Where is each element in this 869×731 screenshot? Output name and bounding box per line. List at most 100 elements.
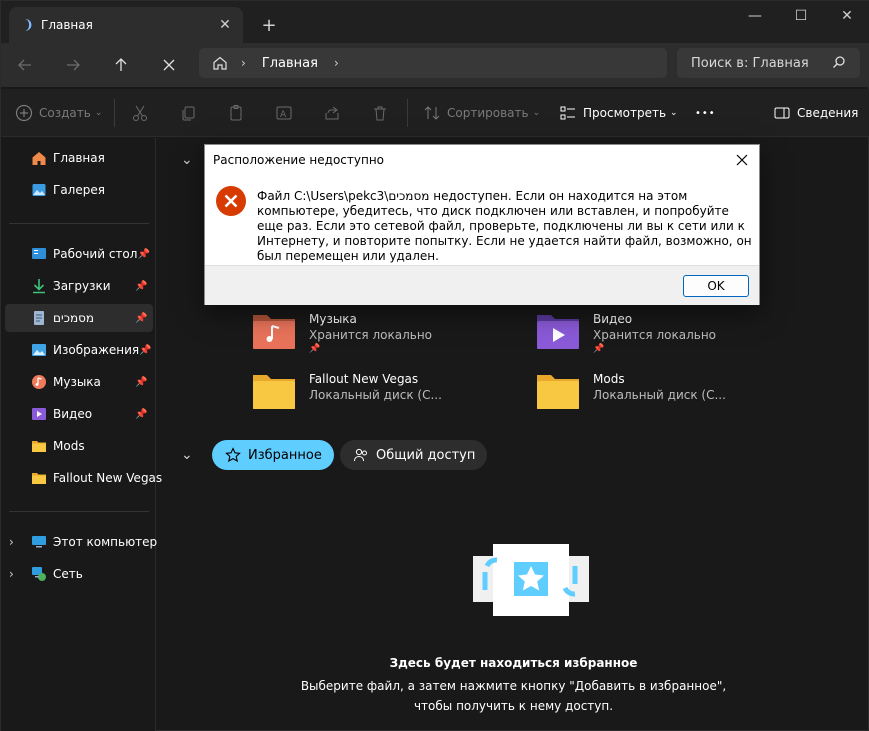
quick-access-music[interactable]: Музыка Хранится локально 📌	[251, 311, 521, 359]
chevron-down-icon: ⌄	[94, 108, 103, 118]
sidebar-item-label: Главная	[53, 151, 105, 165]
rename-button[interactable]: A	[273, 101, 295, 125]
tab-shared[interactable]: Общий доступ	[340, 440, 488, 470]
sidebar-item-gallery[interactable]: Галерея	[5, 176, 153, 204]
up-button[interactable]	[108, 52, 134, 78]
quick-access-fallout-new-vegas[interactable]: Fallout New Vegas Локальный диск (C...	[251, 371, 521, 419]
dialog-footer: OK	[205, 265, 759, 305]
rename-icon: A	[273, 102, 295, 124]
chevron-right-icon[interactable]: ›	[9, 567, 14, 581]
toolbar-divider	[114, 99, 115, 127]
tab-favorites[interactable]: Избранное	[212, 440, 334, 470]
sidebar-item-mods[interactable]: Mods	[5, 432, 153, 460]
pin-icon[interactable]: 📌	[137, 249, 149, 260]
people-icon	[352, 446, 370, 464]
sort-button[interactable]: Сортировать ⌄	[421, 101, 540, 125]
dialog-title: Расположение недоступно	[213, 153, 385, 167]
dialog-close-button[interactable]	[731, 149, 753, 171]
chevron-down-icon: ⌄	[532, 108, 541, 118]
item-name: Fallout New Vegas	[309, 372, 419, 386]
new-tab-button[interactable]: +	[257, 13, 281, 37]
maximize-button[interactable]: ☐	[778, 1, 824, 31]
sidebar-item-music[interactable]: Музыка 📌	[5, 368, 153, 396]
command-bar: Создать ⌄ A Сортировать ⌄ Просмотреть ⌄ …	[1, 89, 869, 137]
item-location: Хранится локально	[593, 328, 716, 342]
back-button[interactable]	[12, 52, 38, 78]
sidebar-item-documents[interactable]: מסמכים 📌	[5, 304, 153, 332]
sidebar-item-downloads[interactable]: Загрузки 📌	[5, 272, 153, 300]
view-button[interactable]: Просмотреть ⌄	[557, 101, 678, 125]
svg-text:A: A	[280, 110, 287, 120]
sidebar-item-fallout-new-vegas[interactable]: Fallout New Vegas	[5, 464, 162, 492]
trash-icon	[369, 102, 391, 124]
home-icon	[31, 150, 47, 166]
delete-button[interactable]	[369, 101, 391, 125]
copy-button[interactable]	[177, 101, 199, 125]
tab-close-icon[interactable]: ✕	[213, 13, 237, 37]
pin-icon[interactable]: 📌	[135, 409, 149, 420]
more-options-button[interactable]: •••	[695, 101, 716, 125]
pin-icon[interactable]: 📌	[139, 345, 151, 356]
item-name: Видео	[593, 312, 633, 326]
sidebar-item-network[interactable]: › Сеть	[5, 560, 153, 588]
search-input[interactable]: Поиск в: Главная	[677, 48, 860, 78]
sort-icon	[421, 102, 443, 124]
tab-home[interactable]: ❩ Главная ✕	[9, 7, 243, 43]
ok-button[interactable]: OK	[683, 275, 749, 297]
chevron-right-icon[interactable]: ›	[9, 535, 14, 549]
minimize-button[interactable]: —	[732, 1, 778, 31]
documents-icon	[31, 310, 47, 326]
quick-access-mods[interactable]: Mods Локальный диск (C...	[535, 371, 805, 419]
pin-icon[interactable]: 📌	[135, 281, 149, 292]
home-outline-icon[interactable]	[211, 54, 229, 72]
sidebar-item-pictures[interactable]: Изображения 📌	[5, 336, 153, 364]
download-icon	[31, 278, 47, 294]
stop-button[interactable]	[156, 52, 182, 78]
pictures-icon	[31, 342, 47, 358]
paste-button[interactable]	[225, 101, 247, 125]
details-button[interactable]: Сведения	[771, 101, 858, 125]
video-folder-icon	[535, 311, 581, 351]
sidebar-item-home[interactable]: Главная	[5, 144, 153, 172]
sidebar-item-this-pc[interactable]: › Этот компьютер	[5, 528, 157, 556]
pin-icon: 📌	[593, 344, 605, 354]
pin-icon[interactable]: 📌	[135, 313, 149, 324]
arrow-right-icon	[67, 59, 80, 71]
quick-access-video[interactable]: Видео Хранится локально 📌	[535, 311, 805, 359]
copy-icon	[177, 102, 199, 124]
details-pane-icon	[771, 102, 793, 124]
forward-button[interactable]	[60, 52, 86, 78]
favorites-empty-description: Выберите файл, а затем нажмите кнопку "Д…	[157, 676, 869, 716]
details-label: Сведения	[797, 106, 859, 120]
chevron-right-icon[interactable]: ›	[334, 56, 339, 70]
sidebar-item-label: Галерея	[53, 183, 105, 197]
cut-icon	[129, 102, 151, 124]
breadcrumb-home[interactable]: Главная	[262, 56, 318, 71]
sidebar-item-label: Загрузки	[53, 279, 111, 293]
chevron-down-icon[interactable]: ⌄	[181, 447, 193, 463]
folder-icon	[31, 470, 47, 486]
item-name: Музыка	[309, 312, 357, 326]
create-button[interactable]: Создать ⌄	[13, 101, 102, 125]
close-window-button[interactable]: ✕	[824, 1, 869, 31]
close-icon	[163, 59, 175, 71]
cut-button[interactable]	[129, 101, 151, 125]
sidebar-item-video[interactable]: Видео 📌	[5, 400, 153, 428]
sidebar-item-label: Музыка	[53, 375, 101, 389]
share-button[interactable]	[321, 101, 343, 125]
gallery-icon	[31, 182, 47, 198]
chevron-right-icon[interactable]: ›	[241, 56, 246, 70]
pin-icon[interactable]: 📌	[135, 377, 149, 388]
create-label: Создать	[39, 106, 91, 120]
sidebar-item-label: Fallout New Vegas	[53, 471, 163, 485]
sidebar-item-desktop[interactable]: Рабочий стол 📌	[5, 240, 153, 268]
close-icon	[736, 154, 748, 166]
sidebar-item-label: Этот компьютер	[53, 535, 158, 549]
computer-icon	[31, 534, 47, 550]
sidebar-item-label: Видео	[53, 407, 93, 421]
navigation-bar: › Главная › Поиск в: Главная	[1, 43, 869, 87]
chevron-down-icon[interactable]: ⌄	[181, 152, 193, 168]
search-icon[interactable]	[832, 55, 850, 72]
music-folder-icon	[251, 311, 297, 351]
address-bar[interactable]: › Главная ›	[199, 48, 667, 78]
